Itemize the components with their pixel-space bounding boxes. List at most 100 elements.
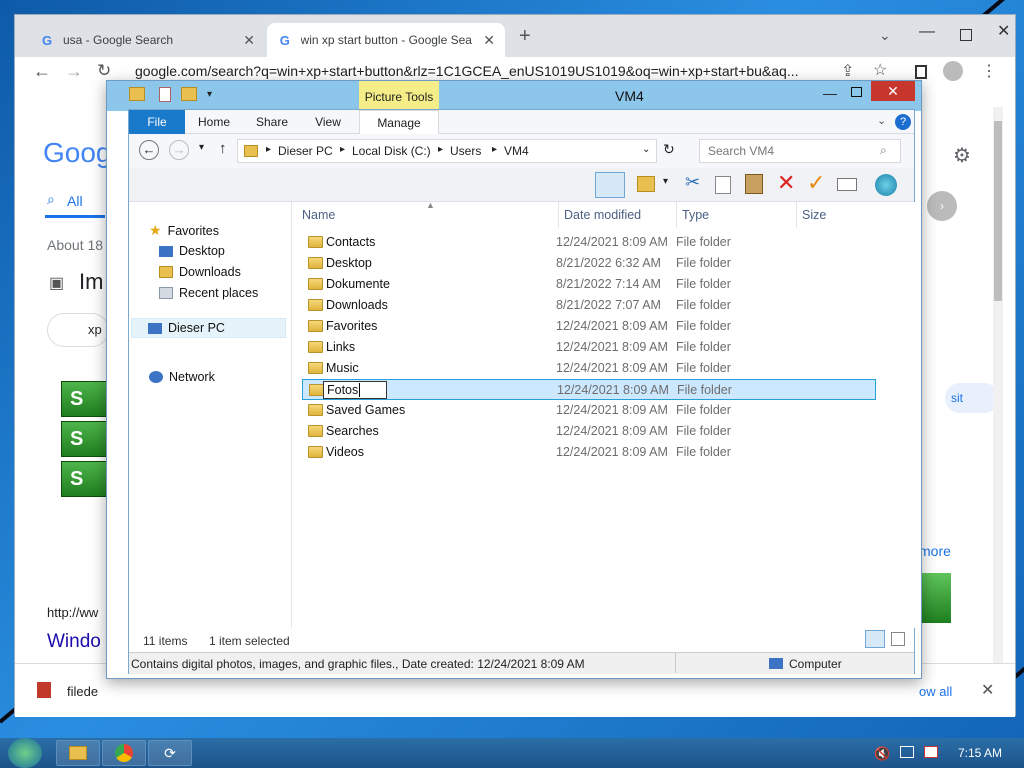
clock[interactable]: 7:15 AM: [958, 746, 1002, 760]
related-chip[interactable]: xp: [47, 313, 109, 347]
paste-icon[interactable]: [745, 174, 763, 194]
list-item[interactable]: Saved Games 12/24/2021 8:09 AM File folder: [302, 400, 874, 421]
minimize-icon[interactable]: —: [919, 23, 935, 41]
google-logo[interactable]: Goog: [43, 137, 112, 169]
tab-share[interactable]: Share: [247, 110, 297, 134]
visit-button[interactable]: sit: [945, 383, 999, 413]
browser-tab-usa[interactable]: G usa - Google Search ✕: [29, 23, 265, 57]
cut-icon[interactable]: ✂: [685, 172, 700, 193]
list-item[interactable]: Downloads 8/21/2022 7:07 AM File folder: [302, 295, 874, 316]
forward-icon[interactable]: →: [65, 61, 83, 82]
list-item[interactable]: Searches 12/24/2021 8:09 AM File folder: [302, 421, 874, 442]
recent-locations-icon[interactable]: ▾: [199, 142, 204, 153]
close-download-bar-icon[interactable]: ✕: [981, 680, 994, 700]
ribbon-expand-icon[interactable]: ⌄: [877, 114, 886, 127]
list-item[interactable]: Desktop 8/21/2022 6:32 AM File folder: [302, 253, 874, 274]
reload-icon[interactable]: ↻: [97, 61, 111, 81]
nav-recent-places[interactable]: Recent places: [159, 286, 258, 300]
settings-gear-icon[interactable]: ⚙: [953, 143, 971, 168]
taskbar-explorer[interactable]: [56, 740, 100, 766]
back-icon[interactable]: ←: [139, 140, 159, 160]
list-item[interactable]: Favorites 12/24/2021 8:09 AM File folder: [302, 316, 874, 337]
properties-icon[interactable]: [159, 87, 171, 102]
maximize-icon[interactable]: [851, 87, 862, 97]
list-item[interactable]: Music 12/24/2021 8:09 AM File folder: [302, 358, 874, 379]
list-item[interactable]: Links 12/24/2021 8:09 AM File folder: [302, 337, 874, 358]
list-item[interactable]: Videos 12/24/2021 8:09 AM File folder: [302, 442, 874, 463]
address-breadcrumb[interactable]: ▸ Dieser PC ▸ Local Disk (C:) ▸ Users ▸ …: [237, 139, 657, 163]
next-arrow-icon[interactable]: ›: [927, 191, 957, 221]
result-url[interactable]: http://ww: [47, 605, 98, 620]
nav-downloads[interactable]: Downloads: [159, 265, 241, 279]
tab-search-icon[interactable]: ⌄: [879, 27, 891, 44]
show-all-button[interactable]: ow all: [919, 684, 952, 699]
list-item[interactable]: Contacts 12/24/2021 8:09 AM File folder: [302, 232, 874, 253]
result-title[interactable]: Windo: [47, 631, 101, 653]
selected-list-item[interactable]: Fotos 12/24/2021 8:09 AM File folder: [302, 379, 876, 400]
address-dropdown-icon[interactable]: ⌄: [642, 144, 650, 155]
breadcrumb-item[interactable]: VM4: [504, 144, 529, 158]
volume-muted-icon[interactable]: 🔇: [874, 746, 890, 762]
new-tab-button[interactable]: +: [519, 25, 531, 48]
nav-network[interactable]: Network: [149, 370, 215, 384]
nav-this-pc[interactable]: Dieser PC: [131, 318, 286, 338]
new-folder-icon[interactable]: [181, 87, 197, 101]
start-button-icon[interactable]: [8, 738, 42, 768]
rename-input[interactable]: Fotos: [323, 381, 387, 399]
back-icon[interactable]: ←: [33, 61, 51, 82]
command-bar: ▾ ✂ ✕ ✓: [129, 168, 914, 202]
maximize-icon[interactable]: [960, 29, 972, 41]
preview-pane-icon[interactable]: [595, 172, 625, 198]
up-icon[interactable]: ↑: [219, 140, 227, 157]
download-filename[interactable]: filede: [67, 684, 98, 699]
close-tab-icon[interactable]: ✕: [243, 32, 255, 49]
column-type[interactable]: Type: [676, 202, 792, 228]
column-size[interactable]: Size: [796, 202, 872, 228]
menu-dots-icon[interactable]: ⋮: [981, 61, 997, 81]
globe-icon[interactable]: [875, 174, 897, 196]
rename-checkmark-icon[interactable]: ✓: [807, 170, 825, 196]
tab-file[interactable]: File: [129, 110, 185, 134]
close-window-icon[interactable]: ✕: [997, 21, 1010, 41]
close-window-button[interactable]: ✕: [871, 81, 915, 101]
breadcrumb-item[interactable]: Users: [450, 144, 481, 158]
close-tab-icon[interactable]: ✕: [483, 32, 495, 49]
reading-list-icon[interactable]: [915, 65, 927, 79]
breadcrumb-item[interactable]: Local Disk (C:): [352, 144, 431, 158]
action-center-icon[interactable]: [924, 746, 938, 758]
copy-icon[interactable]: [715, 176, 731, 194]
taskbar-app[interactable]: ⟳: [148, 740, 192, 766]
more-link[interactable]: more: [919, 543, 951, 559]
large-icons-view-icon[interactable]: [891, 632, 905, 646]
bookmark-star-icon[interactable]: ☆: [873, 60, 887, 80]
folder-options-icon[interactable]: [637, 176, 655, 192]
nav-desktop[interactable]: Desktop: [159, 244, 225, 258]
list-item[interactable]: Dokumente 8/21/2022 7:14 AM File folder: [302, 274, 874, 295]
quick-access-dropdown-icon[interactable]: ▾: [207, 89, 212, 100]
page-scrollbar[interactable]: [993, 107, 1003, 667]
column-date-modified[interactable]: Date modified: [558, 202, 672, 228]
properties-icon[interactable]: [837, 178, 857, 191]
profile-avatar-icon[interactable]: [943, 61, 963, 81]
dropdown-icon[interactable]: ▾: [663, 176, 668, 187]
share-icon[interactable]: ⇪: [841, 61, 854, 81]
help-icon[interactable]: ?: [895, 114, 911, 130]
search-box[interactable]: Search VM4 ⌕: [699, 139, 901, 163]
tab-manage[interactable]: Manage: [359, 110, 439, 134]
details-bar: Contains digital photos, images, and gra…: [129, 652, 914, 674]
network-tray-icon[interactable]: [900, 746, 914, 758]
nav-favorites[interactable]: ★ Favorites: [149, 222, 219, 239]
minimize-icon[interactable]: —: [823, 85, 837, 101]
tab-all[interactable]: All: [67, 193, 83, 209]
details-view-icon[interactable]: [865, 630, 885, 648]
refresh-icon[interactable]: ↻: [663, 141, 675, 158]
tab-view[interactable]: View: [303, 110, 353, 134]
column-name[interactable]: Name: [302, 202, 552, 228]
delete-icon[interactable]: ✕: [777, 170, 795, 196]
forward-icon[interactable]: →: [169, 140, 189, 160]
taskbar-chrome[interactable]: [102, 740, 146, 766]
browser-tab-xp-start[interactable]: G win xp start button - Google Sea ✕: [267, 23, 505, 57]
folder-icon: [308, 446, 323, 458]
tab-home[interactable]: Home: [189, 110, 239, 134]
breadcrumb-item[interactable]: Dieser PC: [278, 144, 333, 158]
